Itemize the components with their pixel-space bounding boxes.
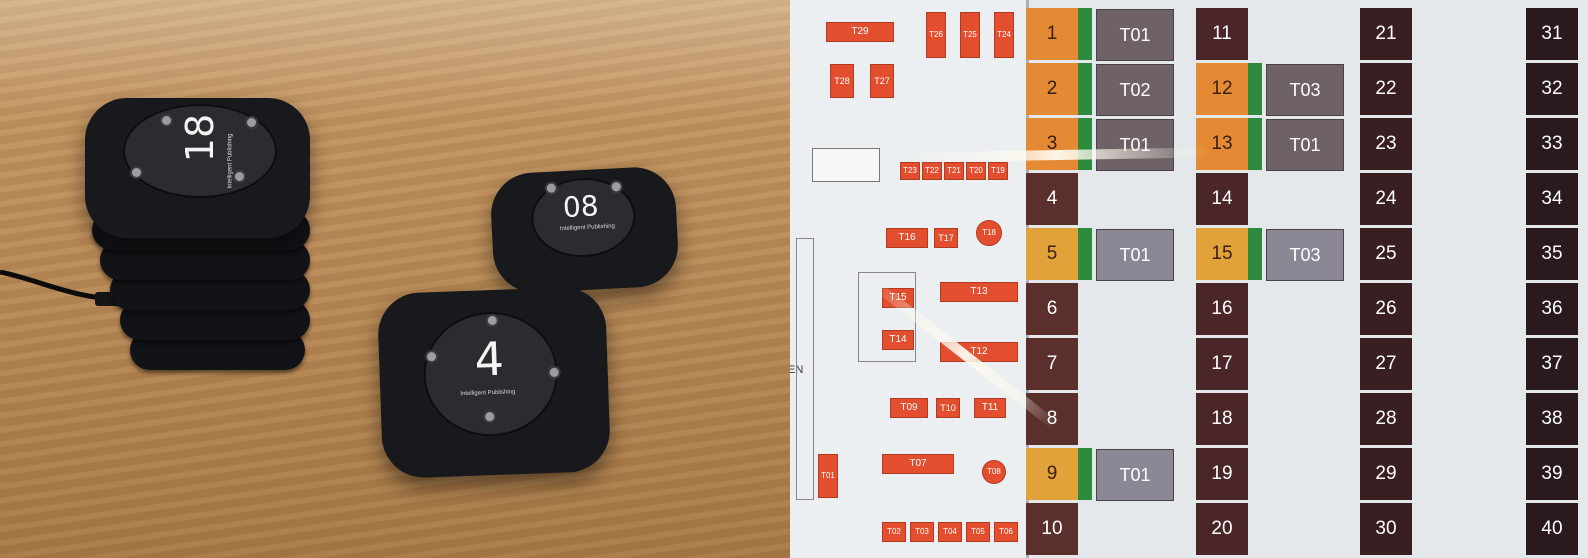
pager-cell-10[interactable]: 10 [1026, 503, 1078, 555]
pager-cell-18[interactable]: 18 [1196, 393, 1248, 445]
pager-cell-4[interactable]: 4 [1026, 173, 1078, 225]
assigned-table-label[interactable]: T01 [1096, 9, 1174, 61]
table-T02[interactable]: T02 [882, 522, 906, 542]
pager-cell-16[interactable]: 16 [1196, 283, 1248, 335]
table-T25[interactable]: T25 [960, 12, 980, 58]
pager-cell-17[interactable]: 17 [1196, 338, 1248, 390]
pager-cell-24[interactable]: 24 [1360, 173, 1412, 225]
pager-cell-33[interactable]: 33 [1526, 118, 1578, 170]
screw-icon [547, 365, 561, 380]
assigned-indicator [1248, 228, 1262, 280]
pager-cell-20[interactable]: 20 [1196, 503, 1248, 555]
table-T18[interactable]: T18 [976, 220, 1002, 246]
table-T28[interactable]: T28 [830, 64, 854, 98]
pager-cell-30[interactable]: 30 [1360, 503, 1412, 555]
pager-cell-15[interactable]: 15 [1196, 228, 1248, 280]
pager-cell-13[interactable]: 13 [1196, 118, 1248, 170]
assigned-table-label[interactable]: T03 [1266, 64, 1344, 116]
pager-cell-12[interactable]: 12 [1196, 63, 1248, 115]
table-T11[interactable]: T11 [974, 398, 1006, 418]
assigned-indicator [1248, 63, 1262, 115]
table-T08[interactable]: T08 [982, 460, 1006, 484]
assigned-table-label[interactable]: T03 [1266, 229, 1344, 281]
assigned-table-label[interactable]: T01 [1096, 119, 1174, 171]
table-T03[interactable]: T03 [910, 522, 934, 542]
pager-cell-40[interactable]: 40 [1526, 503, 1578, 555]
pager-cell-32[interactable]: 32 [1526, 63, 1578, 115]
pager-brand: Intelligent Publishing [227, 133, 234, 189]
table-T04[interactable]: T04 [938, 522, 962, 542]
pager-cell-3[interactable]: 3 [1026, 118, 1078, 170]
table-T20[interactable]: T20 [966, 162, 986, 180]
screw-icon [160, 114, 173, 127]
pager-cell-25[interactable]: 25 [1360, 228, 1412, 280]
pager-cell-11[interactable]: 11 [1196, 8, 1248, 60]
pager-cell-37[interactable]: 37 [1526, 338, 1578, 390]
pager-cell-1[interactable]: 1 [1026, 8, 1078, 60]
table-T13[interactable]: T13 [940, 282, 1018, 302]
pager-cell-29[interactable]: 29 [1360, 448, 1412, 500]
assigned-table-label[interactable]: T01 [1096, 229, 1174, 281]
pager-08: 08 Intelligent Publishing [488, 165, 681, 295]
table-T19[interactable]: T19 [988, 162, 1008, 180]
screw-icon [245, 116, 258, 129]
assigned-table-label[interactable]: T02 [1096, 64, 1174, 116]
pager-cell-34[interactable]: 34 [1526, 173, 1578, 225]
pager-cell-9[interactable]: 9 [1026, 448, 1078, 500]
table-T27[interactable]: T27 [870, 64, 894, 98]
table-T22[interactable]: T22 [922, 162, 942, 180]
pager-cell-35[interactable]: 35 [1526, 228, 1578, 280]
pager-cell-28[interactable]: 28 [1360, 393, 1412, 445]
pager-stack-top: 18 Intelligent Publishing [85, 98, 310, 238]
assigned-indicator [1078, 228, 1092, 280]
assigned-indicator [1078, 118, 1092, 170]
pager-cell-14[interactable]: 14 [1196, 173, 1248, 225]
assigned-indicator [1248, 118, 1262, 170]
pager-cell-22[interactable]: 22 [1360, 63, 1412, 115]
pager-cell-6[interactable]: 6 [1026, 283, 1078, 335]
pager-management-screen: T29 T26 T25 T24 T28 T27 T23 T22 T21 T20 … [790, 0, 1588, 558]
pager-number: 4 [473, 331, 505, 387]
table-T17[interactable]: T17 [934, 228, 958, 248]
assigned-indicator [1078, 8, 1092, 60]
pager-cell-31[interactable]: 31 [1526, 8, 1578, 60]
table-T23[interactable]: T23 [900, 162, 920, 180]
table-T10[interactable]: T10 [936, 398, 960, 418]
assigned-indicator [1078, 63, 1092, 115]
screw-icon [233, 170, 246, 183]
table-T07[interactable]: T07 [882, 454, 954, 474]
wall-shape [796, 238, 814, 500]
table-T24[interactable]: T24 [994, 12, 1014, 58]
pager-4: 4 Intelligent Publishing [376, 286, 612, 479]
table-T06[interactable]: T06 [994, 522, 1018, 542]
table-T16[interactable]: T16 [886, 228, 928, 248]
pager-cell-27[interactable]: 27 [1360, 338, 1412, 390]
floor-map[interactable]: T29 T26 T25 T24 T28 T27 T23 T22 T21 T20 … [790, 0, 1029, 558]
table-T05[interactable]: T05 [966, 522, 990, 542]
pager-cell-19[interactable]: 19 [1196, 448, 1248, 500]
pager-cell-36[interactable]: 36 [1526, 283, 1578, 335]
assigned-indicator [1078, 448, 1092, 500]
pager-cell-38[interactable]: 38 [1526, 393, 1578, 445]
pager-cell-26[interactable]: 26 [1360, 283, 1412, 335]
pager-cell-23[interactable]: 23 [1360, 118, 1412, 170]
assigned-table-label[interactable]: T01 [1266, 119, 1344, 171]
assigned-table-label[interactable]: T01 [1096, 449, 1174, 501]
pager-cell-5[interactable]: 5 [1026, 228, 1078, 280]
table-T26[interactable]: T26 [926, 12, 946, 58]
pager-cell-7[interactable]: 7 [1026, 338, 1078, 390]
pager-cell-2[interactable]: 2 [1026, 63, 1078, 115]
pager-cell-39[interactable]: 39 [1526, 448, 1578, 500]
counter-shape [812, 148, 880, 182]
table-T01[interactable]: T01 [818, 454, 838, 498]
screw-icon [130, 166, 143, 179]
pager-photo: 18 Intelligent Publishing 08 Intelligent… [0, 0, 790, 558]
table-T09[interactable]: T09 [890, 398, 928, 418]
pager-number: 18 [178, 113, 222, 163]
table-T21[interactable]: T21 [944, 162, 964, 180]
pager-cell-21[interactable]: 21 [1360, 8, 1412, 60]
table-T29[interactable]: T29 [826, 22, 894, 42]
